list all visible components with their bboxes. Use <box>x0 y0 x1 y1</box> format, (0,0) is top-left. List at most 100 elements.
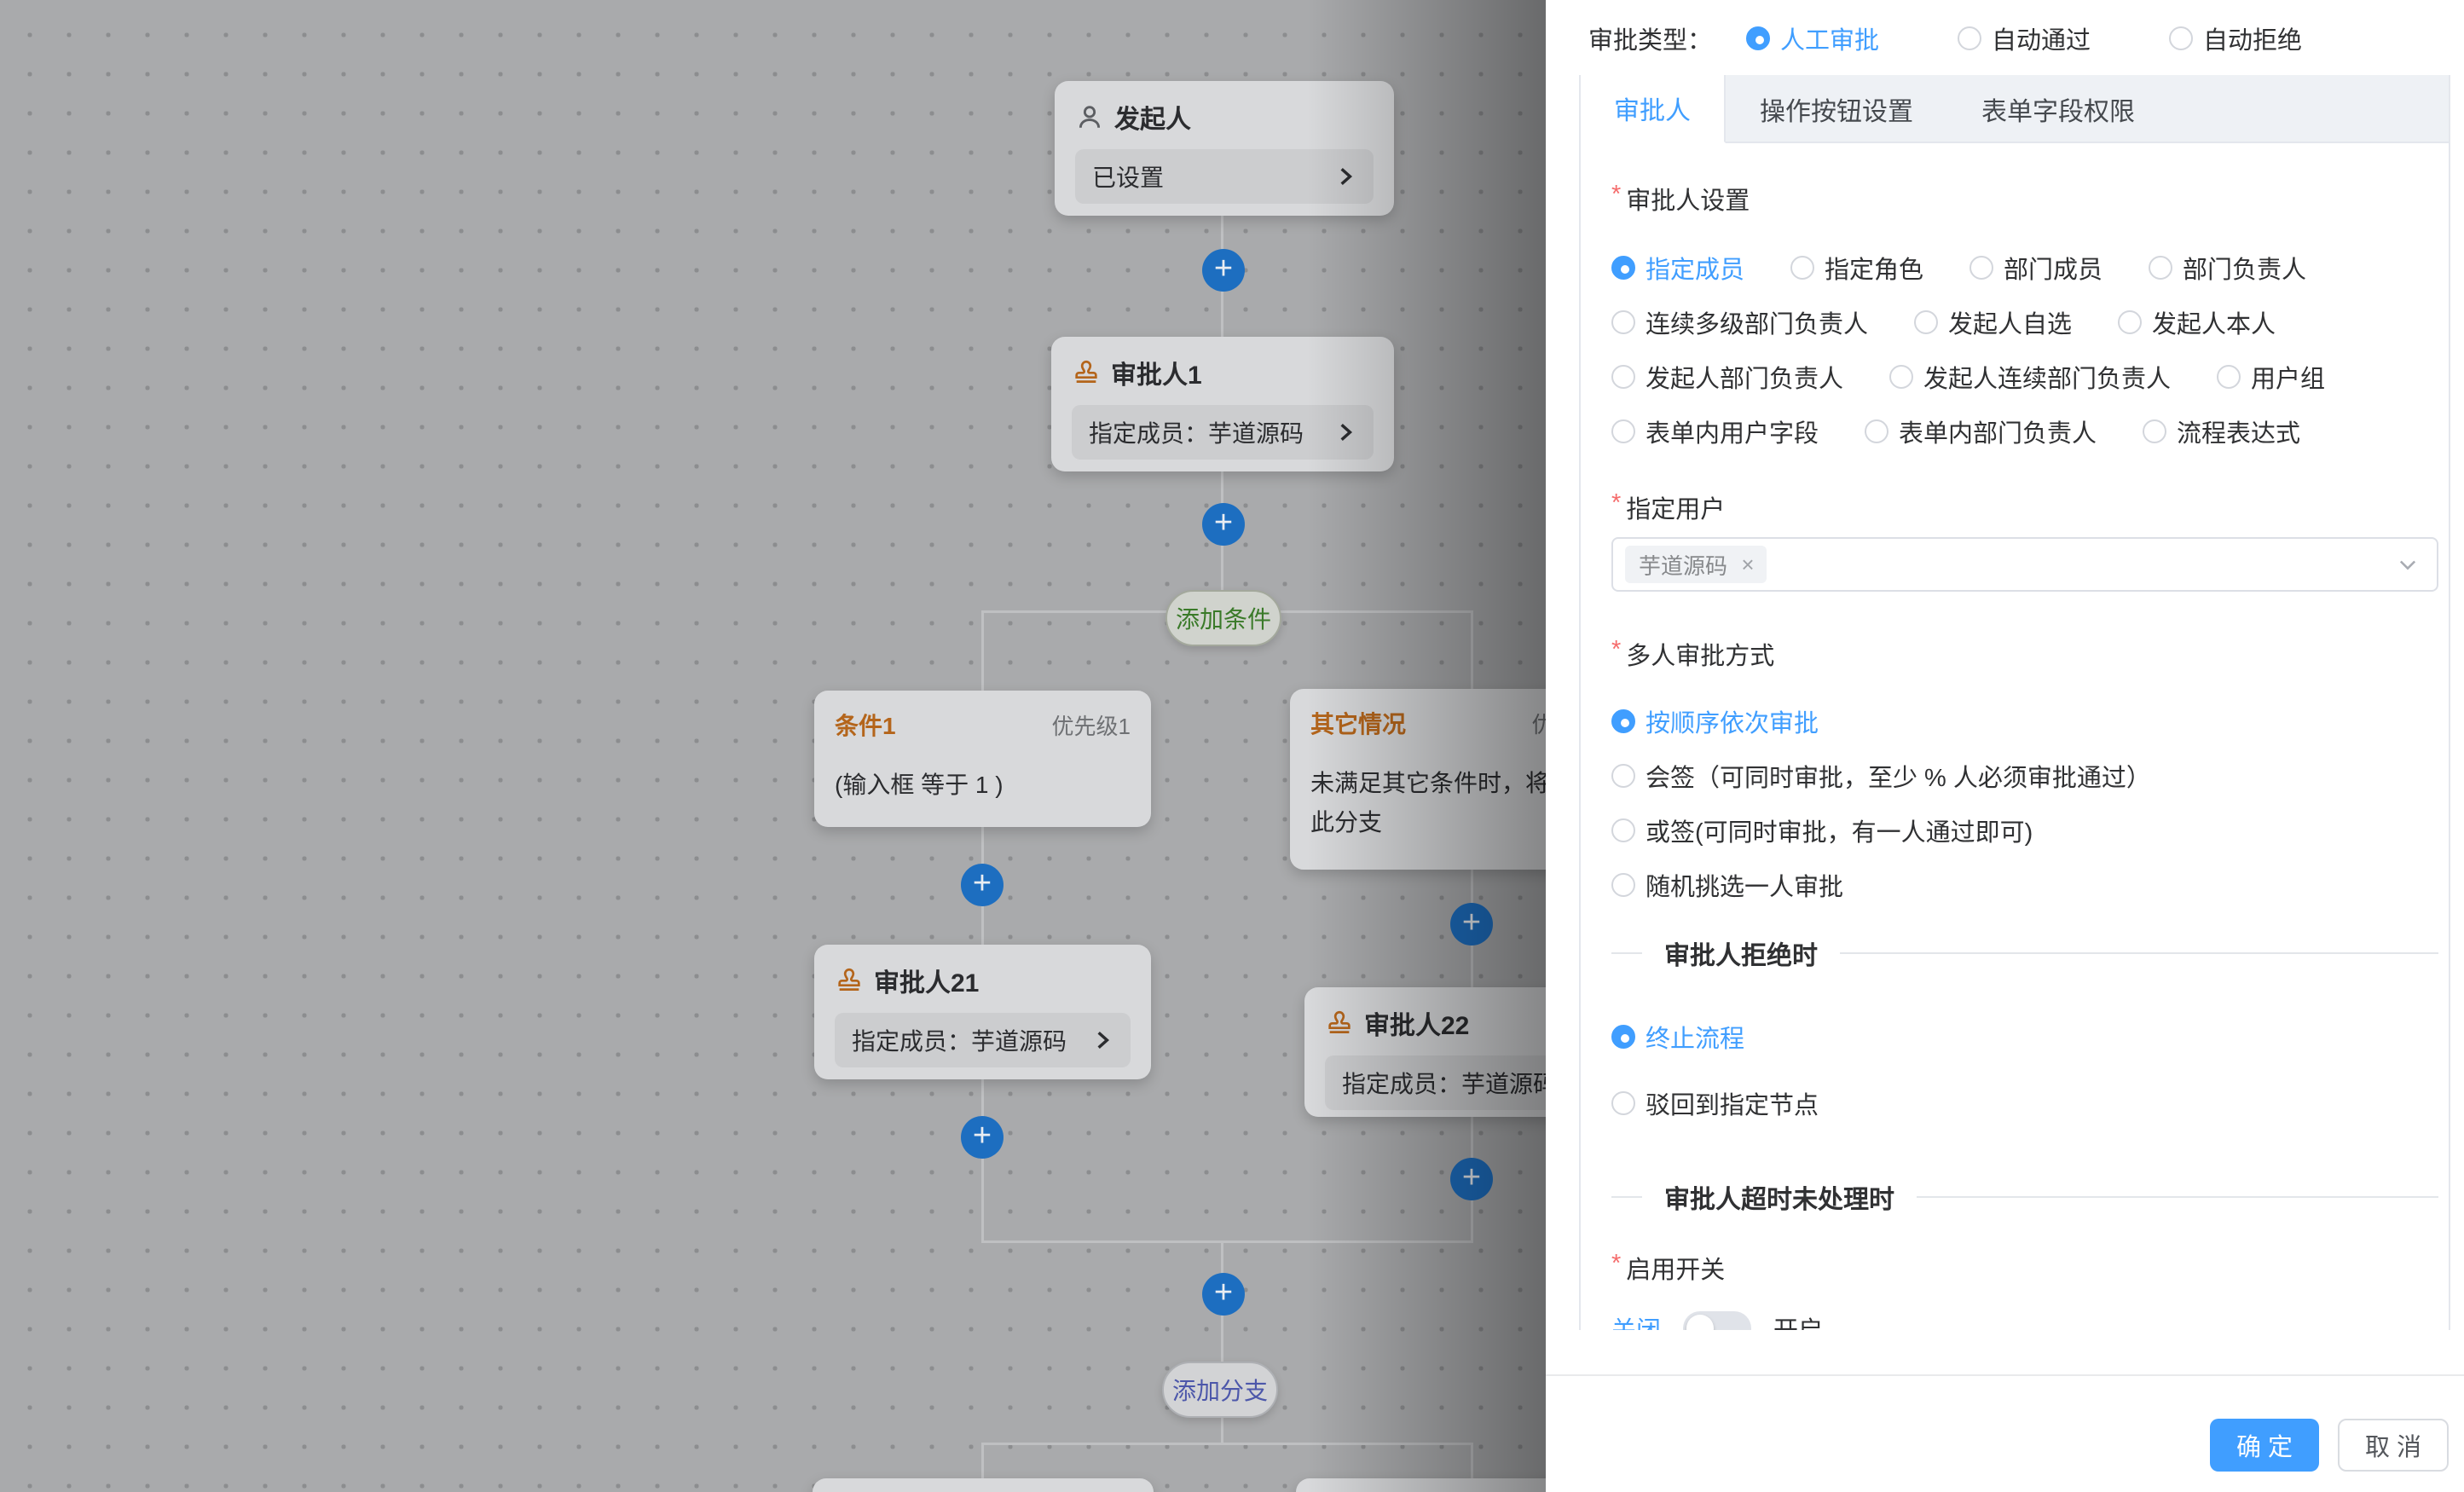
node-condition1[interactable]: 条件1 优先级1 (输入框 等于 1 ) <box>814 691 1151 827</box>
tab-bar: 审批人 操作按钮设置 表单字段权限 <box>1581 75 2449 143</box>
radio-starter-multi-dept-leader[interactable]: 发起人连续部门负责人 <box>1889 359 2171 395</box>
radio-label: 驳回到指定节点 <box>1646 1085 1819 1121</box>
add-node-button[interactable]: + <box>961 864 1004 906</box>
multi-approve-label: * 多人审批方式 <box>1611 636 2438 672</box>
assign-user-select[interactable]: 芋道源码 × <box>1611 537 2438 592</box>
radio-label: 发起人自选 <box>1948 304 2072 340</box>
radio-label: 用户组 <box>2251 359 2325 395</box>
radio-label: 随机挑选一人审批 <box>1646 867 1843 903</box>
cancel-button[interactable]: 取 消 <box>2338 1419 2449 1472</box>
switch-on-label: 开启 <box>1773 1310 1823 1330</box>
user-tag: 芋道源码 × <box>1625 546 1767 583</box>
workflow-designer: 发起人 已设置 + 审批人1 指定成 <box>0 0 2464 1492</box>
radio-starter-dept-leader[interactable]: 发起人部门负责人 <box>1611 359 1843 395</box>
tab-button-settings[interactable]: 操作按钮设置 <box>1726 75 1947 143</box>
required-asterisk: * <box>1611 1250 1621 1278</box>
connector-line <box>981 1079 984 1242</box>
assign-user-label: * 指定用户 <box>1611 489 2438 525</box>
tab-content: * 审批人设置 指定成员 指定角色 <box>1581 143 2449 1330</box>
radio-label: 表单内用户字段 <box>1646 413 1819 449</box>
radio-dot <box>1790 256 1814 280</box>
radio-auto-pass[interactable]: 自动通过 <box>1958 20 2091 56</box>
drawer-footer: 确 定 取 消 <box>1546 1374 2464 1492</box>
add-node-button[interactable]: + <box>1202 249 1245 292</box>
radio-multi-level-dept-leader[interactable]: 连续多级部门负责人 <box>1611 304 1868 340</box>
tab-approver[interactable]: 审批人 <box>1581 75 1726 143</box>
settings-tabbox: 审批人 操作按钮设置 表单字段权限 * 审批人设置 指定成员 <box>1579 75 2450 1330</box>
node-start[interactable]: 发起人 已设置 <box>1055 81 1394 216</box>
radio-dot <box>1865 419 1888 443</box>
condition-title: 条件1 <box>835 708 896 742</box>
radio-dot <box>1611 419 1635 443</box>
add-condition-label: 添加条件 <box>1176 601 1271 635</box>
radio-assign-member[interactable]: 指定成员 <box>1611 250 1744 286</box>
radio-dot <box>2169 26 2193 50</box>
radio-dept-member[interactable]: 部门成员 <box>1969 250 2102 286</box>
node-title: 发起人 <box>1114 98 1191 136</box>
radio-starter-self[interactable]: 发起人本人 <box>2118 304 2276 340</box>
chevron-right-icon <box>1091 1029 1113 1051</box>
close-icon[interactable]: × <box>1736 552 1760 578</box>
approve-type-label: 审批类型： <box>1588 20 1712 56</box>
radio-auto-reject[interactable]: 自动拒绝 <box>2169 20 2302 56</box>
radio-random-one[interactable]: 随机挑选一人审批 <box>1611 867 1843 903</box>
connector-line <box>1471 1443 1473 1478</box>
radio-label: 自动拒绝 <box>2203 20 2302 56</box>
radio-label: 连续多级部门负责人 <box>1646 304 1868 340</box>
add-condition-button[interactable]: 添加条件 <box>1165 590 1281 646</box>
confirm-button[interactable]: 确 定 <box>2210 1419 2319 1472</box>
radio-assign-role[interactable]: 指定角色 <box>1790 250 1923 286</box>
node-title: 审批人1 <box>1111 354 1202 391</box>
radio-label: 发起人部门负责人 <box>1646 359 1843 395</box>
radio-dot <box>1611 1025 1635 1049</box>
radio-orsign[interactable]: 或签(可同时审批，有一人通过即可) <box>1611 813 2033 848</box>
condition-title: 其它情况 <box>1310 706 1406 740</box>
add-node-button[interactable]: + <box>1202 503 1245 546</box>
radio-dot <box>1611 310 1635 334</box>
radio-form-user-field[interactable]: 表单内用户字段 <box>1611 413 1819 449</box>
radio-dot <box>1889 365 1913 389</box>
node-title: 审批人22 <box>1364 1004 1469 1042</box>
radio-label: 按顺序依次审批 <box>1646 703 1819 739</box>
add-node-button[interactable]: + <box>1450 903 1493 946</box>
node-summary-row[interactable]: 指定成员：芋道源码 <box>835 1013 1131 1067</box>
radio-dot <box>1611 256 1635 280</box>
condition-expression: (输入框 等于 1 ) <box>835 766 1131 805</box>
radio-dot <box>1611 764 1635 788</box>
node-summary: 指定成员：芋道源码 <box>1089 415 1304 449</box>
radio-dept-leader[interactable]: 部门负责人 <box>2149 250 2306 286</box>
radio-process-expression[interactable]: 流程表达式 <box>2143 413 2300 449</box>
node-parallel1[interactable]: 并行1 无优先级 <box>813 1478 1154 1492</box>
radio-dot <box>2217 365 2241 389</box>
radio-return-to-node[interactable]: 驳回到指定节点 <box>1611 1085 1819 1121</box>
node-approver21[interactable]: 审批人21 指定成员：芋道源码 <box>814 945 1151 1079</box>
add-branch-button[interactable]: 添加分支 <box>1162 1362 1278 1418</box>
radio-form-dept-leader[interactable]: 表单内部门负责人 <box>1865 413 2097 449</box>
timeout-enable-switch[interactable] <box>1683 1311 1751 1330</box>
radio-label: 部门成员 <box>2004 250 2102 286</box>
node-summary-row[interactable]: 已设置 <box>1075 149 1374 204</box>
node-approver1[interactable]: 审批人1 指定成员：芋道源码 <box>1051 337 1394 471</box>
add-node-button[interactable]: + <box>1202 1273 1245 1316</box>
radio-dot <box>2143 419 2166 443</box>
add-node-button[interactable]: + <box>961 1116 1004 1159</box>
radio-starter-self-select[interactable]: 发起人自选 <box>1914 304 2072 340</box>
tab-form-permissions[interactable]: 表单字段权限 <box>1947 75 2169 143</box>
radio-countersign[interactable]: 会签（可同时审批，至少 % 人必须审批通过） <box>1611 758 2151 794</box>
node-summary-row[interactable]: 指定成员：芋道源码 <box>1072 405 1374 460</box>
radio-dot <box>1969 256 1993 280</box>
chevron-down-icon <box>2396 552 2420 576</box>
chevron-right-icon <box>1334 421 1356 443</box>
radio-user-group[interactable]: 用户组 <box>2217 359 2325 395</box>
radio-terminate-process[interactable]: 终止流程 <box>1611 1019 1744 1055</box>
radio-label: 人工审批 <box>1780 20 1879 56</box>
radio-sequential-approve[interactable]: 按顺序依次审批 <box>1611 703 1819 739</box>
user-tag-label: 芋道源码 <box>1639 549 1727 581</box>
reject-section-title: 审批人拒绝时 <box>1664 934 1818 972</box>
connector-line <box>981 1443 984 1478</box>
connector-line <box>1471 610 1473 689</box>
add-node-button[interactable]: + <box>1450 1158 1493 1200</box>
radio-label: 指定角色 <box>1825 250 1923 286</box>
radio-manual-approve[interactable]: 人工审批 <box>1746 20 1879 56</box>
node-summary: 已设置 <box>1092 159 1164 194</box>
